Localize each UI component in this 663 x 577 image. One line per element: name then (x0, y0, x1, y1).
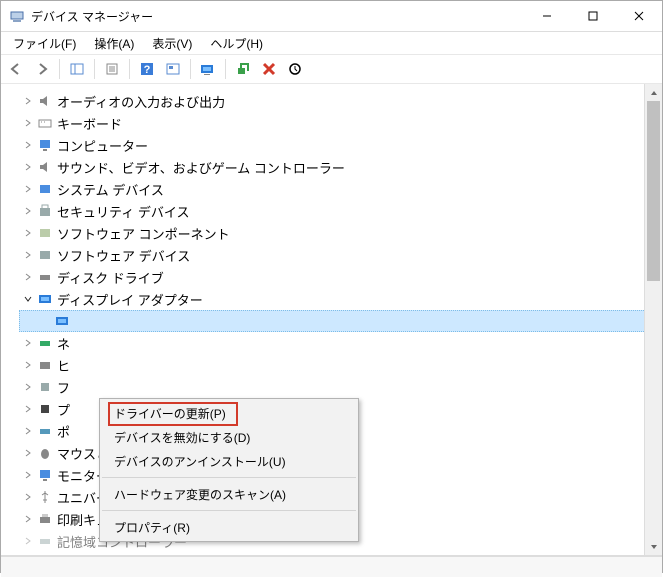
maximize-button[interactable] (570, 1, 616, 31)
software-device-icon (37, 247, 53, 263)
show-hide-tree-button[interactable] (66, 58, 88, 80)
close-button[interactable] (616, 1, 662, 31)
vertical-scrollbar[interactable] (644, 84, 662, 555)
tree-node-firmware[interactable]: フ (19, 376, 662, 398)
scroll-track[interactable] (645, 101, 662, 538)
context-scan-hardware[interactable]: ハードウェア変更のスキャン(A) (100, 482, 358, 506)
titlebar: デバイス マネージャー (1, 1, 662, 32)
tree-node-audio[interactable]: オーディオの入力および出力 (19, 90, 662, 112)
monitor-icon (37, 467, 53, 483)
context-uninstall-device[interactable]: デバイスのアンインストール(U) (100, 449, 358, 473)
component-icon (37, 225, 53, 241)
context-disable-device[interactable]: デバイスを無効にする(D) (100, 425, 358, 449)
svg-text:?: ? (144, 64, 151, 76)
processor-icon (37, 401, 53, 417)
device-manager-window: デバイス マネージャー ファイル(F) 操作(A) 表示(V) ヘルプ(H) ? (0, 0, 663, 573)
context-properties[interactable]: プロパティ(R) (100, 515, 358, 539)
context-update-driver[interactable]: ドライバーの更新(P) (100, 401, 358, 425)
context-separator (102, 477, 356, 478)
help-icon[interactable]: ? (136, 58, 158, 80)
tree-node-disk[interactable]: ディスク ドライブ (19, 266, 662, 288)
tree-node-security[interactable]: セキュリティ デバイス (19, 200, 662, 222)
context-separator (102, 510, 356, 511)
system-icon (37, 181, 53, 197)
tree-node-display-child-selected[interactable] (19, 310, 662, 332)
chevron-right-icon[interactable] (21, 94, 35, 108)
speaker-icon (37, 159, 53, 175)
context-menu: ドライバーの更新(P) デバイスを無効にする(D) デバイスのアンインストール(… (99, 398, 359, 542)
properties-button[interactable] (101, 58, 123, 80)
port-icon (37, 423, 53, 439)
storage-icon (37, 533, 53, 549)
enable-device-icon[interactable] (232, 58, 254, 80)
firmware-icon (37, 379, 53, 395)
disk-icon (37, 269, 53, 285)
tree-node-keyboard[interactable]: キーボード (19, 112, 662, 134)
scan-hardware-icon[interactable] (284, 58, 306, 80)
tree-node-hid[interactable]: ヒ (19, 354, 662, 376)
tree-node-software-components[interactable]: ソフトウェア コンポーネント (19, 222, 662, 244)
tree-node-computer[interactable]: コンピューター (19, 134, 662, 156)
tree-node-display[interactable]: ディスプレイ アダプター (19, 288, 662, 310)
uninstall-device-icon[interactable] (258, 58, 280, 80)
scroll-down-button[interactable] (645, 538, 662, 555)
security-icon (37, 203, 53, 219)
menu-action[interactable]: 操作(A) (86, 33, 142, 54)
scroll-up-button[interactable] (645, 84, 662, 101)
chevron-down-icon[interactable] (21, 292, 35, 306)
tree-node-system[interactable]: システム デバイス (19, 178, 662, 200)
printer-icon (37, 511, 53, 527)
hid-icon (37, 357, 53, 373)
content-area: オーディオの入力および出力 キーボード コンピューター サウンド、ビデオ、および… (1, 84, 662, 556)
update-driver-icon[interactable] (197, 58, 219, 80)
toolbar: ? (1, 54, 662, 84)
toolbar-icon-1[interactable] (162, 58, 184, 80)
mouse-icon (37, 445, 53, 461)
menu-help[interactable]: ヘルプ(H) (202, 33, 271, 54)
statusbar (1, 556, 662, 577)
scroll-thumb[interactable] (647, 101, 660, 281)
display-adapter-icon (54, 313, 70, 329)
network-icon (37, 335, 53, 351)
tree-node-sound-video-game[interactable]: サウンド、ビデオ、およびゲーム コントローラー (19, 156, 662, 178)
computer-icon (37, 137, 53, 153)
keyboard-icon (37, 115, 53, 131)
minimize-button[interactable] (524, 1, 570, 31)
forward-button[interactable] (31, 58, 53, 80)
tree-node-network[interactable]: ネ (19, 332, 662, 354)
tree-node-software-devices[interactable]: ソフトウェア デバイス (19, 244, 662, 266)
app-icon (9, 8, 25, 24)
menu-file[interactable]: ファイル(F) (5, 33, 84, 54)
display-adapter-icon (37, 291, 53, 307)
back-button[interactable] (5, 58, 27, 80)
menubar: ファイル(F) 操作(A) 表示(V) ヘルプ(H) (1, 32, 662, 54)
window-title: デバイス マネージャー (31, 8, 524, 25)
speaker-icon (37, 93, 53, 109)
menu-view[interactable]: 表示(V) (144, 33, 200, 54)
usb-icon (37, 489, 53, 505)
